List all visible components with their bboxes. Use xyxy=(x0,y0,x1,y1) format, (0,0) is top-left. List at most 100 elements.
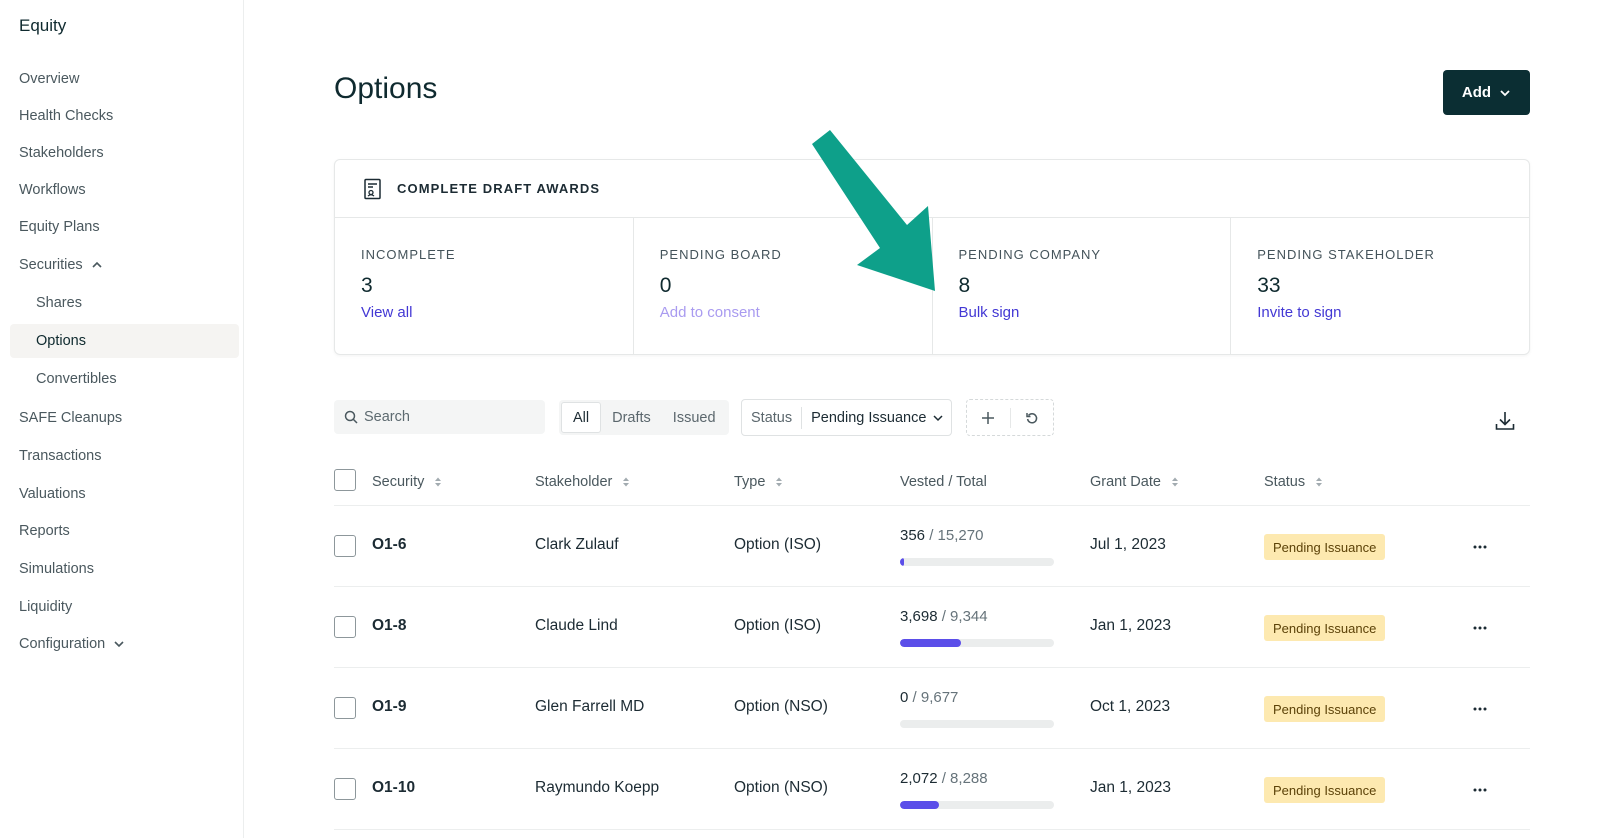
status-filter-dropdown[interactable]: Status Pending Issuance xyxy=(741,399,952,436)
select-all-checkbox[interactable] xyxy=(334,469,356,491)
plus-icon xyxy=(982,411,995,424)
search-input[interactable] xyxy=(364,409,534,425)
sidebar-item-label: Workflows xyxy=(19,182,86,198)
vested-total: 3,698 / 9,344 xyxy=(900,608,988,625)
sort-icon xyxy=(623,477,630,487)
sidebar-item-overview[interactable]: Overview xyxy=(10,62,239,96)
sidebar-item-valuations[interactable]: Valuations xyxy=(10,477,239,511)
download-button[interactable] xyxy=(1494,410,1516,437)
stat-pending-company: PENDING COMPANY 8 Bulk sign xyxy=(933,218,1232,355)
column-header-status[interactable]: Status xyxy=(1264,470,1323,494)
option-type: Option (ISO) xyxy=(734,617,821,634)
reset-filters-button[interactable] xyxy=(1011,400,1054,435)
reset-icon xyxy=(1026,412,1037,423)
add-button[interactable]: Add xyxy=(1443,70,1530,115)
status-badge: Pending Issuance xyxy=(1264,696,1386,722)
table-row[interactable]: O1-8 Claude Lind Option (ISO) 3,698 / 9,… xyxy=(334,587,1530,668)
security-id[interactable]: O1-9 xyxy=(372,698,406,716)
sidebar-item-shares[interactable]: Shares xyxy=(10,286,239,320)
sidebar-item-options[interactable]: Options xyxy=(10,324,239,358)
more-icon xyxy=(1473,626,1487,630)
sort-icon xyxy=(776,477,783,487)
arrow-annotation-icon xyxy=(812,130,935,291)
bulk-sign-link[interactable]: Bulk sign xyxy=(959,304,1231,321)
row-checkbox[interactable] xyxy=(334,535,356,557)
add-filter-button[interactable] xyxy=(967,407,1011,428)
sidebar-item-health-checks[interactable]: Health Checks xyxy=(10,99,239,133)
status-filter-value: Pending Issuance xyxy=(811,409,927,426)
vested-total: 0 / 9,677 xyxy=(900,689,958,706)
tab-all[interactable]: All xyxy=(561,402,602,433)
download-icon xyxy=(1495,412,1515,430)
tab-drafts[interactable]: Drafts xyxy=(601,402,662,433)
sidebar-item-stakeholders[interactable]: Stakeholders xyxy=(10,136,239,170)
sidebar-item-label: Options xyxy=(36,333,86,349)
vesting-progress-bar xyxy=(900,639,1054,647)
sidebar-item-label: SAFE Cleanups xyxy=(19,410,123,426)
sidebar-item-equity-plans[interactable]: Equity Plans xyxy=(10,210,239,244)
column-label: Grant Date xyxy=(1090,474,1161,490)
invite-to-sign-link[interactable]: Invite to sign xyxy=(1257,304,1529,321)
stat-label: PENDING STAKEHOLDER xyxy=(1257,247,1435,262)
table-row[interactable]: O1-6 Clark Zulauf Option (ISO) 356 / 15,… xyxy=(334,506,1530,587)
sidebar-item-securities[interactable]: Securities xyxy=(10,248,239,282)
row-checkbox[interactable] xyxy=(334,697,356,719)
stat-incomplete: INCOMPLETE 3 View all xyxy=(335,218,634,355)
chevron-down-icon xyxy=(1500,89,1510,96)
row-actions-button[interactable] xyxy=(1467,696,1493,722)
row-actions-button[interactable] xyxy=(1467,777,1493,803)
security-id[interactable]: O1-10 xyxy=(372,779,415,797)
vesting-progress-fill xyxy=(900,639,961,647)
tab-issued[interactable]: Issued xyxy=(662,402,727,433)
vesting-progress-bar xyxy=(900,720,1054,728)
column-header-stakeholder[interactable]: Stakeholder xyxy=(535,470,630,494)
sidebar-item-convertibles[interactable]: Convertibles xyxy=(10,362,239,396)
chevron-down-icon xyxy=(114,641,124,648)
row-actions-button[interactable] xyxy=(1467,534,1493,560)
vested-amount: 356 xyxy=(900,527,926,544)
security-id[interactable]: O1-6 xyxy=(372,536,406,554)
row-actions-button[interactable] xyxy=(1467,615,1493,641)
table-row[interactable]: O1-9 Glen Farrell MD Option (NSO) 0 / 9,… xyxy=(334,668,1530,749)
add-button-label: Add xyxy=(1461,84,1492,101)
total-amount: / 9,677 xyxy=(912,689,959,706)
sidebar-item-simulations[interactable]: Simulations xyxy=(10,552,239,586)
more-icon xyxy=(1473,545,1487,549)
stakeholder-name: Clark Zulauf xyxy=(535,536,619,553)
row-checkbox[interactable] xyxy=(334,616,356,638)
stakeholder-name: Claude Lind xyxy=(535,617,618,634)
sort-icon xyxy=(1316,477,1323,487)
sidebar-item-reports[interactable]: Reports xyxy=(10,514,239,548)
column-label: Security xyxy=(372,474,425,490)
column-label: Vested / Total xyxy=(900,474,987,490)
column-header-grant-date[interactable]: Grant Date xyxy=(1090,470,1179,494)
more-icon xyxy=(1473,707,1487,711)
add-to-consent-link[interactable]: Add to consent xyxy=(660,304,932,321)
sidebar-item-transactions[interactable]: Transactions xyxy=(10,439,239,473)
status-badge: Pending Issuance xyxy=(1264,534,1386,560)
column-label: Stakeholder xyxy=(535,474,613,490)
row-checkbox[interactable] xyxy=(334,778,356,800)
security-id[interactable]: O1-8 xyxy=(372,617,406,635)
sidebar-item-safe-cleanups[interactable]: SAFE Cleanups xyxy=(10,401,239,435)
sidebar-item-workflows[interactable]: Workflows xyxy=(10,173,239,207)
total-amount: / 8,288 xyxy=(941,770,988,787)
vesting-progress-fill xyxy=(900,558,904,566)
column-header-type[interactable]: Type xyxy=(734,470,783,494)
view-all-link[interactable]: View all xyxy=(361,304,633,321)
status-badge: Pending Issuance xyxy=(1264,777,1386,803)
grant-date: Oct 1, 2023 xyxy=(1090,698,1171,715)
sidebar-item-configuration[interactable]: Configuration xyxy=(10,627,239,661)
stat-pending-stakeholder: PENDING STAKEHOLDER 33 Invite to sign xyxy=(1231,218,1529,355)
table-row[interactable]: O1-10 Raymundo Koepp Option (NSO) 2,072 … xyxy=(334,749,1530,830)
stat-label: PENDING COMPANY xyxy=(958,247,1102,262)
grant-date: Jan 1, 2023 xyxy=(1090,617,1172,634)
sort-icon xyxy=(435,477,442,487)
column-header-security[interactable]: Security xyxy=(372,470,442,494)
draft-awards-title: COMPLETE DRAFT AWARDS xyxy=(397,181,601,196)
search-box[interactable] xyxy=(334,400,545,434)
column-header-vested-total: Vested / Total xyxy=(900,470,987,494)
chevron-down-icon xyxy=(933,414,943,421)
sidebar-item-liquidity[interactable]: Liquidity xyxy=(10,590,239,624)
document-icon xyxy=(364,178,381,199)
